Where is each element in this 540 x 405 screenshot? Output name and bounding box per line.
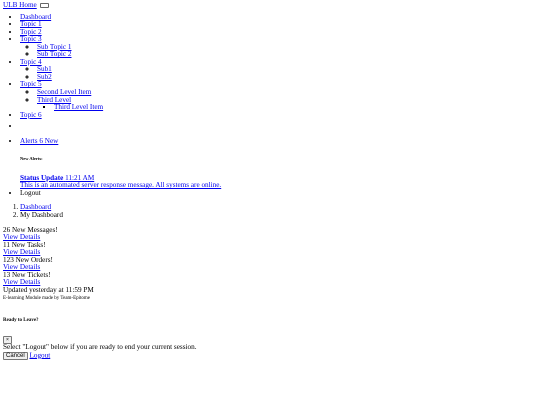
navbar-toggler-icon[interactable] [39,2,49,8]
submenu-item: Sub Topic 2 [37,51,540,59]
footer-text: E-learning Module made by Team-Epitome [3,295,91,301]
alerts-dropdown: Alerts 6 New New Alerts: Status Update 1… [20,137,540,190]
cancel-button[interactable]: Cancel [3,351,28,360]
dashboard-cards: 26 New Messages! View Details 11 New Tas… [3,225,540,295]
nav-item-topic-2: Topic 2 [20,28,540,37]
nav-item-dashboard: Dashboard [20,13,540,22]
modal-logout-link[interactable]: Logout [29,351,50,359]
navbar: ULB Home [3,1,540,10]
submenu-item: Sub2 [37,73,540,82]
topic-5-submenu: Second Level Item Third Level Third Leve… [20,88,540,112]
nav-link-topic-6[interactable]: Topic 6 [20,111,42,119]
card-messages-view-details[interactable]: View Details [3,233,40,241]
alerts-link[interactable]: Alerts 6 New [20,137,58,145]
submenu-item: Sub1 [37,66,540,74]
topbar-nav: Alerts 6 New New Alerts: Status Update 1… [3,123,540,197]
brand-link[interactable]: ULB Home [3,1,37,9]
nav-item-topic-3: Topic 3 Sub Topic 1 Sub Topic 2 [20,35,540,59]
breadcrumb: Dashboard My Dashboard [3,204,540,219]
card-tickets-text: 13 New Tickets! [3,270,51,279]
alert-item[interactable]: Status Update 11:21 AM This is an automa… [20,174,540,190]
modal-body: Select "Logout" below if you are ready t… [3,343,197,352]
nav-item-topic-4: Topic 4 Sub1 Sub2 [20,58,540,82]
empty-nav-item [20,123,540,131]
nav-item-topic-5: Topic 5 Second Level Item Third Level Th… [20,81,540,111]
breadcrumb-item: Dashboard [20,204,540,212]
nav-link-third-level-item[interactable]: Third Level Item [54,103,103,111]
logout-link[interactable]: Logout [20,189,41,197]
submenu-item: Third Level Third Level Item [37,96,540,112]
topic-3-submenu: Sub Topic 1 Sub Topic 2 [20,43,540,59]
nav-item-topic-6: Topic 6 [20,111,540,120]
card-messages-text: 26 New Messages! [3,225,58,234]
alerts-header: New Alerts: [20,156,43,162]
breadcrumb-item-active: My Dashboard [20,211,540,220]
card-tasks-text: 11 New Tasks! [3,240,46,249]
submenu-item: Second Level Item [37,88,540,97]
modal-title: Ready to Leave? [3,317,39,323]
topic-4-submenu: Sub1 Sub2 [20,66,540,81]
nav-item-topic-1: Topic 1 [20,20,540,29]
third-level-submenu: Third Level Item [37,103,540,112]
alert-message: This is an automated server response mes… [20,181,222,190]
submenu-item: Sub Topic 1 [37,43,540,52]
updated-text: Updated yesterday at 11:59 PM [3,285,94,294]
modal-footer: Cancel Logout [3,351,540,360]
nav-link-sub-topic-2[interactable]: Sub Topic 2 [37,50,72,59]
submenu-item: Third Level Item [54,103,540,112]
page: ULB Home Dashboard Topic 1 Topic 2 Topic… [0,0,540,360]
logout-nav-item: Logout [20,189,540,198]
sidebar-nav: Dashboard Topic 1 Topic 2 Topic 3 Sub To… [3,13,540,120]
logout-modal: Ready to Leave? × Select "Logout" below … [3,317,540,360]
card-orders-text: 123 New Orders! [3,255,53,264]
